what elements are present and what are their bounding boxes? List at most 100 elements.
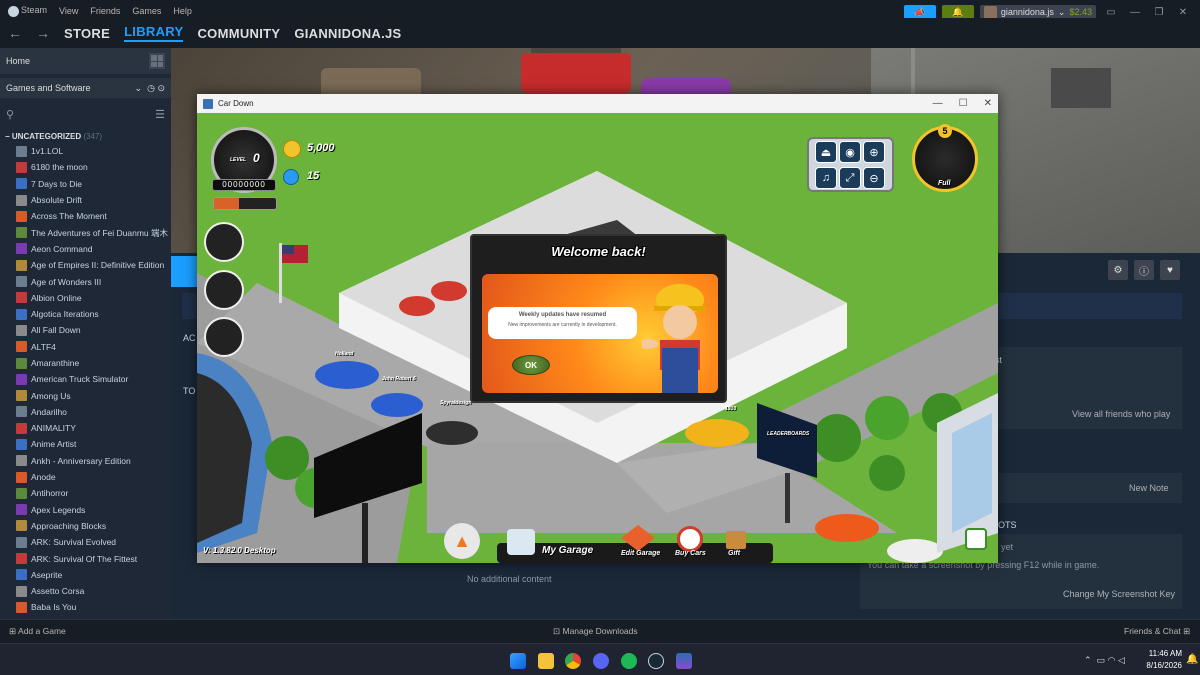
game-window-titlebar[interactable]: Car Down — [197, 94, 998, 113]
car-slot-3[interactable] — [204, 317, 244, 357]
sidebar-game-item[interactable]: Amaranthine — [0, 355, 171, 371]
spotify-icon[interactable] — [621, 653, 637, 669]
sidebar-game-item[interactable]: ARK: Survival Of The Fittest — [0, 550, 171, 566]
file-explorer-icon[interactable] — [538, 653, 554, 669]
friends-chat-button[interactable]: Friends & Chat ⊞ — [1124, 626, 1190, 637]
sidebar-game-item[interactable]: ARK: Survival Evolved — [0, 534, 171, 550]
car-slot-1[interactable] — [204, 222, 244, 262]
fullscreen-icon[interactable]: ⤢ — [839, 167, 861, 189]
steam-menu-view[interactable]: View — [59, 6, 78, 16]
sidebar-game-item[interactable]: 1v1.LOL — [0, 143, 171, 159]
change-screenshot-key[interactable]: Change My Screenshot Key — [1063, 589, 1175, 599]
sidebar-home[interactable]: Home — [0, 48, 171, 74]
my-garage-button[interactable]: My Garage — [542, 545, 593, 556]
sidebar-game-item[interactable]: Age of Empires II: Definitive Edition — [0, 257, 171, 273]
sidebar-game-item[interactable]: ALTF4 — [0, 339, 171, 355]
ok-button[interactable]: OK — [512, 355, 550, 375]
game-chat-icon[interactable] — [965, 528, 987, 550]
sidebar-game-item[interactable]: Absolute Drift — [0, 192, 171, 208]
zoom-out-icon[interactable]: ⊖ — [863, 167, 885, 189]
eye-view-icon[interactable]: ◉ — [839, 141, 861, 163]
view-friends-link[interactable]: View all friends who play — [1072, 409, 1170, 419]
car-slot-2[interactable] — [204, 270, 244, 310]
sidebar-game-item[interactable]: Algotica Iterations — [0, 306, 171, 322]
maximize-icon[interactable]: ☐ — [959, 98, 968, 109]
sidebar-game-item[interactable]: Aseprite — [0, 567, 171, 583]
nav-store[interactable]: STORE — [64, 26, 110, 41]
leaderboard-sign-text[interactable]: LEADERBOARDS — [767, 431, 809, 437]
navigate-arrow-button[interactable]: ▲ — [444, 523, 480, 559]
sidebar-game-item[interactable]: American Truck Simulator — [0, 371, 171, 387]
filter-sliders-icon[interactable]: ☰ — [155, 108, 165, 121]
sidebar-game-item[interactable]: Albion Online — [0, 290, 171, 306]
sidebar-game-item[interactable]: Assetto Corsa — [0, 583, 171, 599]
close-icon[interactable]: ✕ — [1174, 7, 1192, 18]
sidebar-game-item[interactable]: Andarilho — [0, 404, 171, 420]
windows-start-icon[interactable] — [510, 653, 526, 669]
favorite-heart-icon[interactable]: ♥ — [1160, 260, 1180, 280]
close-icon[interactable]: ✕ — [984, 98, 992, 109]
games-filter-dropdown[interactable]: Games and Software ⌄ ◷ ⊙ — [0, 78, 171, 98]
gift-button[interactable]: Gift — [728, 550, 740, 557]
edit-garage-button[interactable]: Edit Garage — [621, 550, 660, 557]
steam-menu-help[interactable]: Help — [173, 6, 192, 16]
gear-icon[interactable]: ⚙ — [1108, 260, 1128, 280]
gift-icon[interactable] — [726, 531, 746, 549]
steam-menu-games[interactable]: Games — [132, 6, 161, 16]
nav-profile[interactable]: GIANNIDONA.JS — [294, 26, 401, 41]
chrome-icon[interactable] — [565, 653, 581, 669]
music-icon[interactable]: ♫ — [815, 167, 837, 189]
minimize-icon[interactable]: — — [1126, 7, 1144, 18]
nav-library[interactable]: LIBRARY — [124, 24, 184, 42]
sidebar-game-item[interactable]: Apex Legends — [0, 502, 171, 518]
discord-icon[interactable] — [593, 653, 609, 669]
buy-cars-icon[interactable] — [677, 526, 703, 552]
sidebar-game-item[interactable]: The Adventures of Fei Duanmu 端木 — [0, 224, 171, 240]
steam-menu-steam[interactable]: Steam — [8, 5, 47, 17]
sidebar-game-item[interactable]: Ankh - Anniversary Edition — [0, 453, 171, 469]
info-icon[interactable]: ⓘ — [1134, 260, 1154, 280]
sidebar-game-item[interactable]: 6180 the moon — [0, 159, 171, 175]
buy-cars-button[interactable]: Buy Cars — [675, 550, 706, 557]
clock-date[interactable]: 8/16/2026 — [1138, 661, 1182, 670]
recent-clock-icon[interactable]: ◷ — [147, 83, 155, 93]
sidebar-game-item[interactable]: Approaching Blocks — [0, 518, 171, 534]
steam-menu-friends[interactable]: Friends — [90, 6, 120, 16]
category-header[interactable]: − UNCATEGORIZED (347) — [0, 124, 171, 143]
sidebar-game-item[interactable]: Anime Artist — [0, 436, 171, 452]
add-game-button[interactable]: ⊞ Add a Game — [9, 626, 66, 637]
sidebar-game-item[interactable]: Baba Is You — [0, 599, 171, 615]
sidebar-game-item[interactable]: Aeon Command — [0, 241, 171, 257]
game-title: American Truck Simulator — [31, 374, 129, 385]
activity-heading: AC — [183, 333, 196, 343]
new-note-button[interactable]: New Note — [1129, 483, 1169, 493]
sidebar-game-item[interactable]: Across The Moment — [0, 208, 171, 224]
forward-arrow-icon[interactable]: → — [36, 25, 50, 41]
steam-taskbar-icon[interactable] — [648, 653, 664, 669]
minimize-icon[interactable]: — — [933, 98, 943, 109]
notification-bell-icon[interactable]: 🔔 — [1186, 654, 1198, 665]
play-filter-icon[interactable]: ⊙ — [157, 83, 165, 93]
play-button-fragment[interactable] — [171, 256, 197, 287]
zoom-in-icon[interactable]: ⊕ — [863, 141, 885, 163]
tray-icons[interactable]: ⌃ ▭ ◠ ◁ — [1084, 655, 1125, 666]
manage-downloads-button[interactable]: ⊡ Manage Downloads — [553, 626, 638, 637]
sidebar-game-item[interactable]: 7 Days to Die — [0, 176, 171, 192]
sidebar-game-item[interactable]: Antihorror — [0, 485, 171, 501]
nav-community[interactable]: COMMUNITY — [197, 26, 280, 41]
back-arrow-icon[interactable]: ← — [8, 25, 22, 41]
sidebar-game-item[interactable]: All Fall Down — [0, 322, 171, 338]
sidebar-search[interactable]: ⚲ ☰ — [0, 104, 171, 124]
exit-door-icon[interactable]: ⏏ — [815, 141, 837, 163]
sidebar-game-item[interactable]: Anode — [0, 469, 171, 485]
sidebar-game-item[interactable]: ANIMALITY — [0, 420, 171, 436]
restore-icon[interactable]: ❐ — [1150, 7, 1168, 18]
car-down-taskbar-icon[interactable] — [676, 653, 692, 669]
clock-time[interactable]: 11:46 AM — [1142, 649, 1182, 658]
sidebar-game-item[interactable]: Among Us — [0, 387, 171, 403]
sidebar-game-item[interactable]: Age of Wonders III — [0, 273, 171, 289]
big-picture-icon[interactable]: ▭ — [1102, 7, 1120, 18]
car-down-window[interactable]: Car Down — ☐ ✕ LEVEL 0 00000000 5,000 15… — [197, 94, 998, 563]
grid-view-icon[interactable] — [149, 53, 165, 69]
garage-avatar[interactable] — [507, 529, 535, 555]
